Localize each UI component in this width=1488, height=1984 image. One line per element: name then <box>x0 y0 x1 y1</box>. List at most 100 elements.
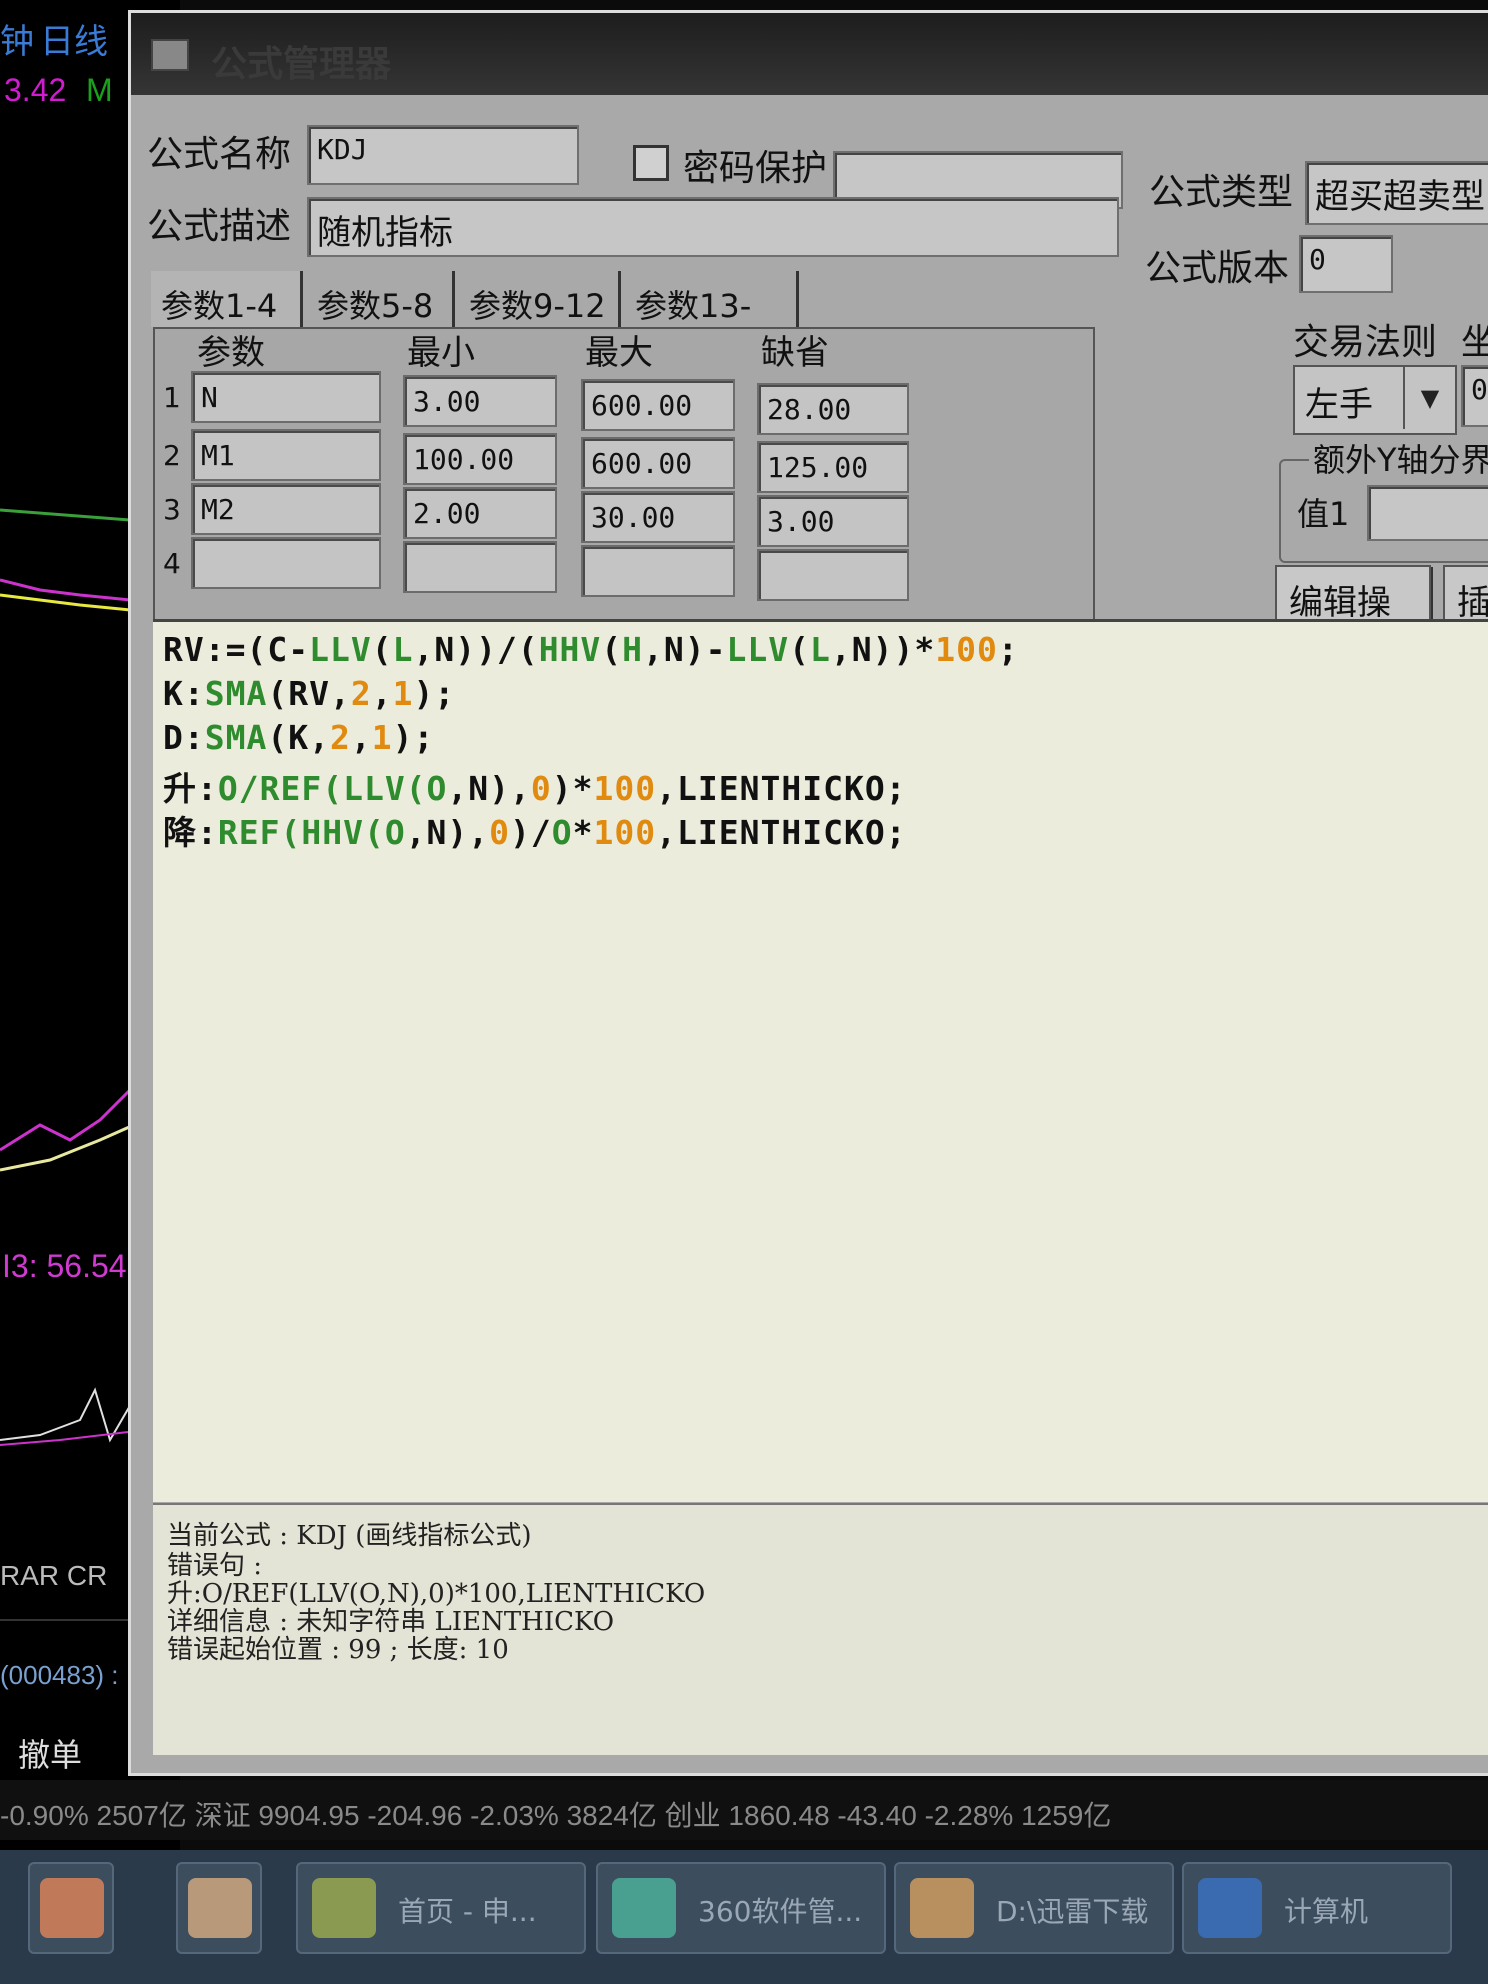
taskbar-browser[interactable]: 首页 - 申... <box>296 1862 586 1954</box>
code-token: RV:= <box>163 630 247 669</box>
value1-input[interactable] <box>1367 485 1488 541</box>
code-token: 100 <box>935 630 998 669</box>
password-checkbox[interactable] <box>633 145 669 181</box>
taskbar-folder[interactable]: D:\迅雷下载 <box>894 1862 1174 1954</box>
edit-operation-button[interactable]: 编辑操作 <box>1275 565 1431 672</box>
code-token: - <box>288 630 310 669</box>
param-max-cell[interactable] <box>581 545 735 597</box>
code-token: O/REF(LLV(O <box>217 769 448 808</box>
formula-name-input[interactable]: KDJ <box>307 125 579 185</box>
m-label: M <box>86 72 113 108</box>
param-min-cell[interactable]: 100.00 <box>403 433 557 485</box>
param-default-cell[interactable] <box>757 549 909 601</box>
code-token: D: <box>163 718 205 757</box>
param-max-cell[interactable]: 600.00 <box>581 379 735 431</box>
code-token: )* <box>551 769 594 808</box>
formula-type-select[interactable]: 超买超卖型 <box>1305 161 1488 225</box>
code-token: ,N)- <box>643 630 727 669</box>
code-line[interactable]: 升:O/REF(LLV(O,N),0)*100,LIENTHICKO; <box>163 762 907 810</box>
code-token: ,N))/( <box>413 630 539 669</box>
market-index-text: -0.90% 2507亿 深证 9904.95 -204.96 -2.03% 3… <box>0 1800 1112 1831</box>
tab-params-5-8[interactable]: 参数5-8 <box>307 271 455 327</box>
software-manager-icon <box>612 1878 676 1938</box>
code-token: H <box>622 630 644 669</box>
code-token: 100 <box>593 769 657 808</box>
code-token: K: <box>163 674 205 713</box>
code-token: ,N), <box>447 769 531 808</box>
password-label: 密码保护 <box>683 148 828 189</box>
tab-params-1-4[interactable]: 参数1-4 <box>151 271 303 327</box>
param-min-cell[interactable]: 3.00 <box>403 375 557 427</box>
code-token: REF(HHV(O <box>217 813 406 852</box>
formula-code-editor[interactable]: RV:=(C-LLV(L,N))/(HHV(H,N)-LLV(L,N))*100… <box>153 619 1488 1502</box>
param-max-header: 最大 <box>585 333 653 373</box>
taskbar-360-label: 360软件管... <box>698 1895 863 1928</box>
taskbar-360[interactable]: 360软件管... <box>596 1862 886 1954</box>
param-name-cell[interactable]: M1 <box>191 429 381 481</box>
param-max-cell[interactable]: 30.00 <box>581 491 735 543</box>
param-default-cell[interactable]: 125.00 <box>757 441 909 493</box>
taskbar-browser-label: 首页 - 申... <box>398 1895 537 1928</box>
code-token: ,N), <box>405 813 490 852</box>
code-token: ( <box>601 630 623 669</box>
period-daily-tab[interactable]: 日线 <box>40 14 108 63</box>
code-token: ,LIENTHICKO; <box>656 813 907 852</box>
code-token: ); <box>392 718 435 757</box>
cancel-order-button[interactable]: 撤单 <box>18 1730 82 1776</box>
param-name-cell[interactable]: M2 <box>191 483 381 535</box>
formula-desc-label: 公式描述 <box>147 206 292 247</box>
formula-desc-input[interactable]: 随机指标 <box>307 197 1119 257</box>
browser-icon <box>312 1878 376 1938</box>
trade-rule-label: 交易法则 <box>1293 322 1438 363</box>
period-prefix: 钟 <box>0 23 34 61</box>
code-token: (RV, <box>267 674 351 713</box>
taskbar-app-2[interactable] <box>176 1862 262 1954</box>
insert-button[interactable]: 插 <box>1443 565 1488 625</box>
formula-version-input[interactable]: 0 <box>1299 235 1393 293</box>
computer-icon <box>1198 1878 1262 1938</box>
code-token: L <box>392 630 414 669</box>
tab-params-9-12[interactable]: 参数9-12 <box>459 271 621 327</box>
param-min-cell[interactable] <box>403 541 557 593</box>
code-token: ,LIENTHICKO; <box>656 769 907 808</box>
formula-version-label: 公式版本 <box>1145 248 1290 289</box>
code-token: ,N))* <box>830 630 936 669</box>
param-name-header: 参数 <box>197 333 265 373</box>
code-line[interactable]: RV:=(C-LLV(L,N))/(HHV(H,N)-LLV(L,N))*100… <box>163 630 1019 669</box>
code-token: SMA <box>204 674 268 713</box>
row-number: 3 <box>163 493 181 526</box>
code-token: C <box>267 630 289 669</box>
formula-editor-dialog: 公式管理器 公式名称 KDJ 密码保护 公式描述 随机指标 公式类型 超买超卖型… <box>128 10 1488 1776</box>
code-token: )/ <box>510 813 552 852</box>
taskbar-computer-label: 计算机 <box>1284 1895 1369 1928</box>
row-number: 1 <box>163 381 181 414</box>
param-default-cell[interactable]: 3.00 <box>757 495 909 547</box>
trade-rule-select[interactable]: 左手 ▼ <box>1293 365 1457 435</box>
coord-input[interactable]: 0. <box>1461 365 1488 427</box>
code-line[interactable]: 降:REF(HHV(O,N),0)/O*100,LIENTHICKO; <box>163 806 907 854</box>
param-name-cell[interactable]: N <box>191 371 381 423</box>
code-line[interactable]: K:SMA(RV,2,1); <box>163 674 455 713</box>
dialog-titlebar[interactable]: 公式管理器 <box>131 13 1488 95</box>
param-default-header: 缺省 <box>761 333 829 373</box>
app-icon <box>40 1878 104 1938</box>
extra-y-axis-label: 额外Y轴分界 <box>1309 435 1488 481</box>
code-token: ( <box>371 630 393 669</box>
row-number: 2 <box>163 439 181 472</box>
param-name-cell[interactable] <box>191 537 381 589</box>
param-min-cell[interactable]: 2.00 <box>403 487 557 539</box>
param-max-cell[interactable]: 600.00 <box>581 437 735 489</box>
taskbar-computer[interactable]: 计算机 <box>1182 1862 1452 1954</box>
taskbar-app-1[interactable] <box>28 1862 114 1954</box>
indicator-readout: I3: 56.54 <box>2 1248 127 1284</box>
param-default-cell[interactable]: 28.00 <box>757 383 909 435</box>
param-table: 参数 最小 最大 缺省 1 N 3.00 600.00 28.00 2 M1 1… <box>153 327 1095 621</box>
code-line[interactable]: D:SMA(K,2,1); <box>163 718 434 757</box>
tab-params-13-16[interactable]: 参数13-16 <box>625 271 799 365</box>
chevron-down-icon[interactable]: ▼ <box>1403 367 1455 429</box>
code-token: , <box>350 718 372 757</box>
code-token: (K, <box>267 718 330 757</box>
code-token: L <box>810 630 831 669</box>
taskbar-folder-label: D:\迅雷下载 <box>996 1895 1149 1928</box>
taskbar: 首页 - 申... 360软件管... D:\迅雷下载 计算机 <box>0 1850 1488 1984</box>
